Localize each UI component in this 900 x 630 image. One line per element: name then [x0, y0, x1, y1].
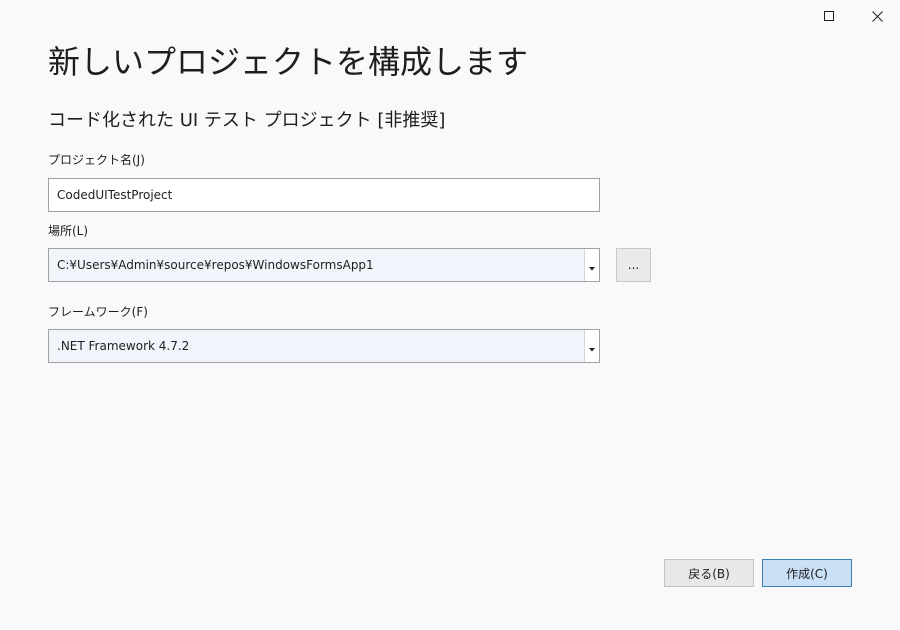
maximize-button[interactable] — [807, 0, 851, 32]
location-dropdown-arrow[interactable] — [584, 249, 599, 281]
create-button[interactable]: 作成(C) — [762, 559, 852, 587]
back-button[interactable]: 戻る(B) — [664, 559, 754, 587]
location-label: 場所(L) — [48, 224, 89, 238]
chevron-down-icon — [589, 256, 595, 275]
framework-label: フレームワーク(F) — [48, 305, 148, 319]
location-value: C:¥Users¥Admin¥source¥repos¥WindowsForms… — [57, 258, 374, 272]
project-name-label: プロジェクト名(J) — [48, 153, 145, 167]
framework-value: .NET Framework 4.7.2 — [57, 339, 190, 353]
page-title: 新しいプロジェクトを構成します — [48, 43, 529, 81]
framework-dropdown-arrow[interactable] — [584, 330, 599, 362]
maximize-icon — [824, 11, 834, 21]
close-button[interactable] — [855, 0, 899, 32]
location-combobox[interactable]: C:¥Users¥Admin¥source¥repos¥WindowsForms… — [48, 248, 600, 282]
project-name-input[interactable] — [48, 178, 600, 212]
close-icon — [871, 10, 883, 22]
framework-combobox[interactable]: .NET Framework 4.7.2 — [48, 329, 600, 363]
chevron-down-icon — [589, 337, 595, 356]
browse-button[interactable]: ... — [616, 248, 651, 282]
project-template-name: コード化された UI テスト プロジェクト [非推奨] — [48, 110, 446, 131]
